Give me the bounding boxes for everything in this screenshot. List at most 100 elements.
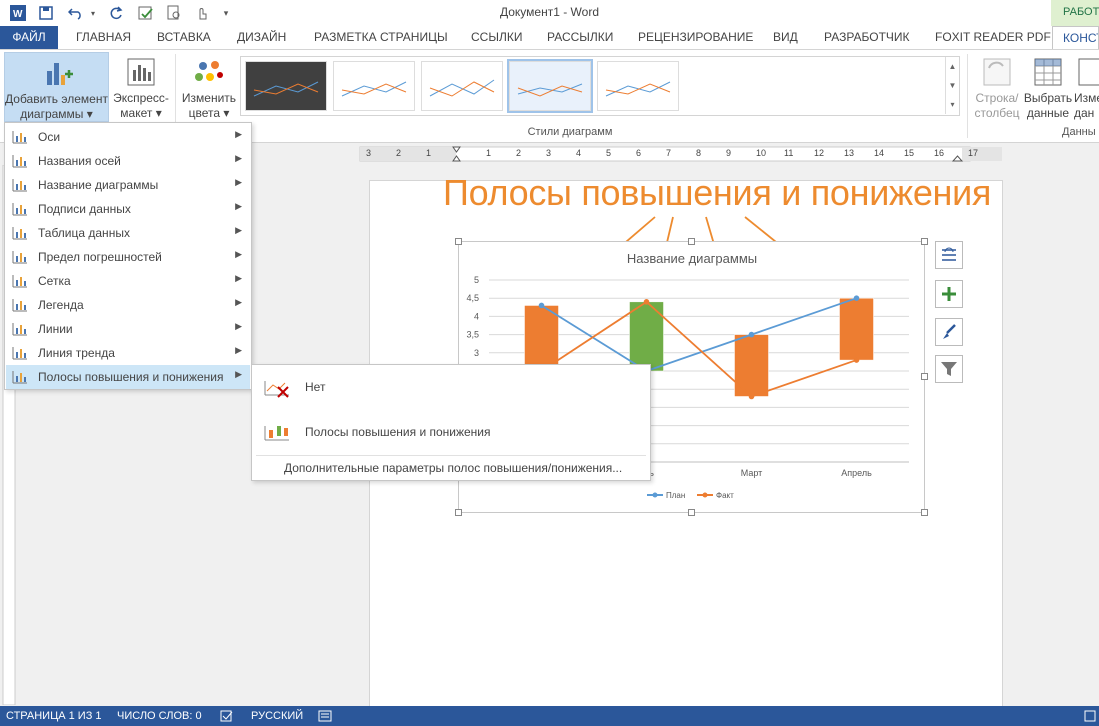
- chart-style-thumb[interactable]: [245, 61, 327, 111]
- data-point: [538, 302, 545, 309]
- menu-item-label: Таблица данных: [38, 226, 130, 240]
- resize-handle[interactable]: [688, 238, 695, 245]
- ruler-number: 8: [696, 148, 702, 158]
- add-element-line2: диаграммы ▾: [20, 107, 93, 121]
- tab-home[interactable]: ГЛАВНАЯ: [76, 26, 131, 49]
- tab-insert[interactable]: ВСТАВКА: [157, 26, 211, 49]
- down-bar: [734, 334, 769, 397]
- tab-file[interactable]: ФАЙЛ: [0, 26, 58, 49]
- gallery-scroll-up-icon[interactable]: ▲: [945, 57, 959, 76]
- more-up-down-bar-options[interactable]: Дополнительные параметры полос повышения…: [284, 461, 622, 475]
- menu-item-up-down-bars[interactable]: Полосы повышения и понижения ▶: [6, 365, 250, 389]
- horizontal-ruler[interactable]: 3 2 1 1 2 3 4 5 6 7 8 9 10 11 12 13 14 1…: [250, 145, 1020, 163]
- menu-item-label: Предел погрешностей: [38, 250, 162, 264]
- menu-item-legend[interactable]: Легенда ▶: [6, 293, 250, 317]
- word-count[interactable]: ЧИСЛО СЛОВ: 0: [117, 710, 202, 722]
- quick-layout-button[interactable]: Экспресс- макет ▾: [111, 52, 171, 122]
- ruler-number: 12: [814, 148, 825, 158]
- legend-label: План: [666, 491, 685, 500]
- ruler-number: 10: [756, 148, 767, 158]
- tab-chart-design[interactable]: КОНСТ: [1052, 26, 1099, 49]
- macro-record-icon[interactable]: [318, 710, 332, 725]
- chart-styles-button[interactable]: [935, 318, 963, 346]
- ribbon-separator: [967, 54, 968, 138]
- add-chart-element-button[interactable]: Добавить элемент диаграммы ▾: [4, 52, 109, 122]
- submenu-arrow-icon: ▶: [235, 273, 242, 283]
- page-count[interactable]: СТРАНИЦА 1 ИЗ 1: [6, 710, 102, 722]
- plus-icon: [942, 287, 956, 301]
- ruler-number: 3: [366, 148, 372, 158]
- ruler-number: 1: [426, 148, 432, 158]
- submenu-arrow-icon: ▶: [235, 297, 242, 307]
- up-down-bars-icon: [264, 426, 289, 441]
- tab-references[interactable]: ССЫЛКИ: [471, 26, 522, 49]
- language[interactable]: РУССКИЙ: [251, 710, 303, 722]
- ruler-number: 11: [784, 148, 794, 158]
- tab-design[interactable]: ДИЗАЙН: [237, 26, 286, 49]
- chart-style-thumb[interactable]: [421, 61, 503, 111]
- legend-marker: [702, 492, 708, 498]
- edit-data-button[interactable]: Изме дан: [1074, 52, 1099, 122]
- resize-handle[interactable]: [455, 238, 462, 245]
- up-down-bars-submenu: Нет Полосы повышения и понижения Дополни…: [251, 364, 651, 481]
- submenu-item-up-down-bars[interactable]: Полосы повышения и понижения: [253, 414, 649, 450]
- legend-icon: [12, 299, 27, 312]
- menu-item-trendline[interactable]: Линия тренда ▶: [6, 341, 250, 365]
- menu-item-axis-titles[interactable]: Названия осей ▶: [6, 149, 250, 173]
- select-data-button[interactable]: Выбрать данные: [1023, 52, 1073, 122]
- y-tick-label: 4: [474, 311, 479, 321]
- menu-item-data-table[interactable]: Таблица данных ▶: [6, 221, 250, 245]
- resize-handle[interactable]: [921, 238, 928, 245]
- switch-row-line2: столбец: [974, 106, 1020, 120]
- submenu-none-label: Нет: [305, 380, 326, 394]
- resize-handle[interactable]: [921, 373, 928, 380]
- tab-view[interactable]: ВИД: [773, 26, 798, 49]
- edit-data-icon: [1076, 56, 1099, 88]
- submenu-separator: [256, 455, 646, 456]
- menu-item-data-labels[interactable]: Подписи данных ▶: [6, 197, 250, 221]
- quick-layout-line1: Экспресс-: [113, 91, 169, 105]
- chart-style-thumb-selected[interactable]: [507, 59, 593, 113]
- view-mode-icon[interactable]: [1084, 710, 1096, 725]
- submenu-arrow-icon: ▶: [235, 225, 242, 235]
- menu-item-error-bars[interactable]: Предел погрешностей ▶: [6, 245, 250, 269]
- menu-item-label: Названия осей: [38, 154, 121, 168]
- lines-icon: [12, 323, 27, 336]
- brush-icon: [943, 324, 956, 339]
- chart-elements-button[interactable]: [935, 280, 963, 308]
- menu-item-gridlines[interactable]: Сетка ▶: [6, 269, 250, 293]
- tab-review[interactable]: РЕЦЕНЗИРОВАНИЕ: [638, 26, 753, 49]
- data-point: [643, 299, 650, 305]
- y-tick-label: 3: [474, 348, 479, 358]
- resize-handle[interactable]: [688, 509, 695, 516]
- chart-style-thumb[interactable]: [597, 61, 679, 111]
- ruler-number: 7: [666, 148, 672, 158]
- add-chart-element-menu: Оси ▶ Названия осей ▶ Название диаграммы ▶ Под…: [4, 122, 252, 390]
- submenu-arrow-icon: ▶: [235, 249, 242, 259]
- menu-item-axes[interactable]: Оси ▶: [6, 125, 250, 149]
- legend-label: Факт: [716, 491, 734, 500]
- menu-item-label: Название диаграммы: [38, 178, 159, 192]
- chart-layout-options-button[interactable]: [935, 241, 963, 269]
- tab-foxit[interactable]: FOXIT READER PDF: [935, 26, 1051, 49]
- tab-page-layout[interactable]: РАЗМЕТКА СТРАНИЦЫ: [314, 26, 448, 49]
- menu-item-lines[interactable]: Линии ▶: [6, 317, 250, 341]
- gallery-more-icon[interactable]: ▾: [945, 95, 959, 114]
- menu-item-label: Легенда: [38, 298, 84, 312]
- tab-mailings[interactable]: РАССЫЛКИ: [547, 26, 613, 49]
- chart-style-thumb[interactable]: [333, 61, 415, 111]
- submenu-arrow-icon: ▶: [235, 177, 242, 187]
- resize-handle[interactable]: [921, 509, 928, 516]
- chart-title[interactable]: Название диаграммы: [627, 251, 757, 266]
- trendline-icon: [12, 347, 27, 360]
- gallery-scroll-down-icon[interactable]: ▼: [945, 76, 959, 95]
- menu-item-chart-title[interactable]: Название диаграммы ▶: [6, 173, 250, 197]
- chart-filters-button[interactable]: [935, 355, 963, 383]
- change-colors-button[interactable]: Изменить цвета ▾: [179, 52, 239, 122]
- change-colors-icon: [193, 56, 225, 88]
- switch-row-column-button[interactable]: Строка/ столбец: [972, 52, 1022, 122]
- proofing-icon[interactable]: [220, 710, 234, 725]
- submenu-item-none[interactable]: Нет: [253, 369, 649, 405]
- tab-developer[interactable]: РАЗРАБОТЧИК: [824, 26, 910, 49]
- resize-handle[interactable]: [455, 509, 462, 516]
